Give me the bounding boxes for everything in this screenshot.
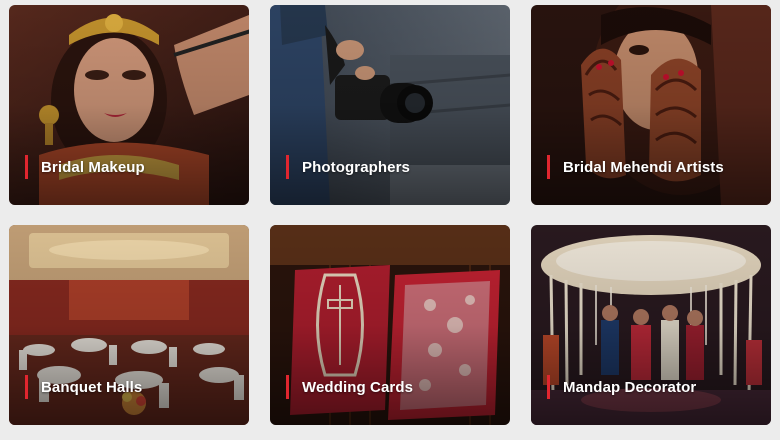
accent-bar [547, 375, 550, 399]
accent-bar [25, 375, 28, 399]
accent-bar [25, 155, 28, 179]
accent-bar [286, 155, 289, 179]
category-card-photographers[interactable]: Photographers [270, 5, 510, 205]
category-label: Bridal Mehendi Artists [563, 158, 724, 176]
category-label: Wedding Cards [302, 378, 414, 396]
category-card-mandap-decorator[interactable]: Mandap Decorator [531, 225, 771, 425]
category-card-bridal-mehendi-artists[interactable]: Bridal Mehendi Artists [531, 5, 771, 205]
category-card-bridal-makeup[interactable]: Bridal Makeup [9, 5, 249, 205]
category-card-banquet-halls[interactable]: Banquet Halls [9, 225, 249, 425]
category-card-wedding-cards[interactable]: Wedding Cards [270, 225, 510, 425]
accent-bar [547, 155, 550, 179]
category-label: Mandap Decorator [563, 378, 697, 396]
category-label: Bridal Makeup [41, 158, 145, 176]
category-label: Banquet Halls [41, 378, 143, 396]
category-label: Photographers [302, 158, 410, 176]
accent-bar [286, 375, 289, 399]
vendor-category-grid: Bridal Makeup Photographers Bridal Mehen… [0, 0, 780, 440]
